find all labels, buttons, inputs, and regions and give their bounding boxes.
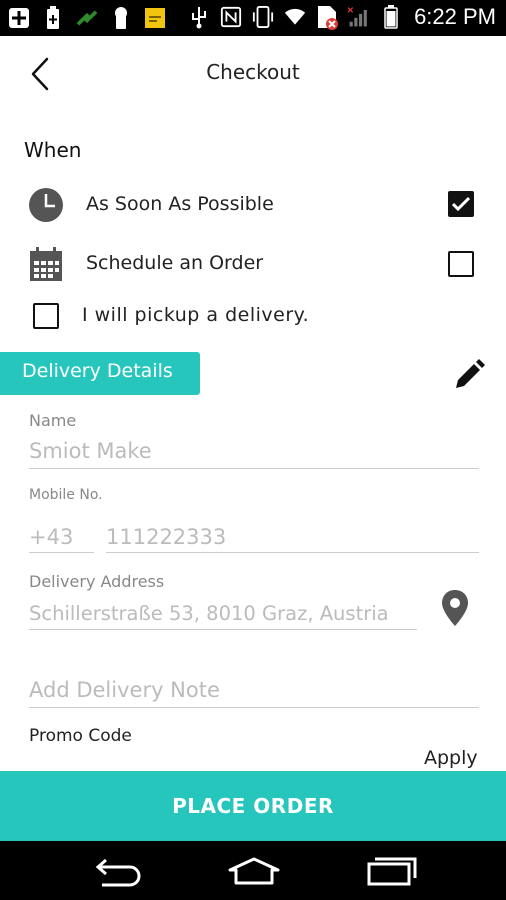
- satellite-icon: [76, 6, 98, 30]
- delivery-note-underline: [29, 707, 479, 708]
- address-input[interactable]: Schillerstraße 53, 8010 Graz, Austria: [29, 602, 389, 625]
- battery-icon: [380, 5, 402, 29]
- sticky-note-icon: [144, 6, 166, 30]
- pickup-checkbox[interactable]: [33, 303, 59, 329]
- mobile-number-underline: [106, 552, 479, 553]
- pickup-label: I will pickup a delivery.: [82, 304, 310, 326]
- status-time: 6:22 PM: [414, 4, 496, 29]
- country-code-input[interactable]: +43: [29, 525, 73, 549]
- page-title: Checkout: [206, 60, 300, 84]
- address-label: Delivery Address: [29, 572, 165, 591]
- nav-home-button[interactable]: [224, 851, 284, 891]
- when-heading: When: [24, 138, 82, 162]
- name-label: Name: [29, 411, 77, 430]
- name-underline: [29, 468, 479, 469]
- delivery-note-input[interactable]: Add Delivery Note: [29, 678, 220, 702]
- name-input[interactable]: Smiot Make: [29, 439, 152, 463]
- mobile-label: Mobile No.: [29, 487, 103, 503]
- recents-icon: [367, 857, 417, 886]
- sim-error-icon: [316, 5, 339, 30]
- header: Checkout: [0, 36, 506, 112]
- pencil-icon: [456, 359, 485, 388]
- battery-saver-icon: [42, 6, 64, 30]
- asap-checkbox[interactable]: [448, 191, 474, 217]
- clock-icon: [28, 187, 64, 223]
- pickup-row[interactable]: I will pickup a delivery.: [0, 300, 506, 334]
- signal-icon: [348, 5, 370, 29]
- usb-icon: [188, 5, 210, 29]
- edit-button[interactable]: [452, 358, 488, 392]
- nav-recents-button[interactable]: [362, 851, 422, 891]
- schedule-checkbox[interactable]: [448, 251, 474, 277]
- back-icon: [95, 858, 141, 887]
- home-icon: [228, 857, 280, 885]
- navigation-bar: [0, 841, 506, 900]
- address-underline: [29, 629, 417, 630]
- nav-back-button[interactable]: [88, 851, 148, 891]
- map-pin-icon[interactable]: [440, 588, 470, 628]
- wifi-icon: [284, 5, 306, 29]
- status-bar: 6:22 PM: [0, 0, 506, 36]
- vibrate-icon: [252, 5, 274, 29]
- add-icon: [8, 6, 30, 30]
- apply-button[interactable]: Apply: [424, 747, 478, 769]
- option-schedule-label: Schedule an Order: [86, 252, 264, 274]
- checkmark-icon: [452, 196, 470, 212]
- place-order-button[interactable]: PLACE ORDER: [0, 771, 506, 841]
- keyhole-icon: [110, 6, 132, 30]
- option-asap-label: As Soon As Possible: [86, 193, 274, 215]
- country-code-underline: [29, 552, 94, 553]
- option-asap-row[interactable]: As Soon As Possible: [0, 183, 506, 227]
- nfc-icon: [220, 5, 242, 29]
- promo-code-label: Promo Code: [29, 726, 132, 746]
- calendar-icon: [28, 246, 64, 282]
- mobile-number-input[interactable]: 111222333: [106, 525, 226, 549]
- delivery-details-tab[interactable]: Delivery Details: [0, 352, 200, 395]
- option-schedule-row[interactable]: Schedule an Order: [0, 242, 506, 286]
